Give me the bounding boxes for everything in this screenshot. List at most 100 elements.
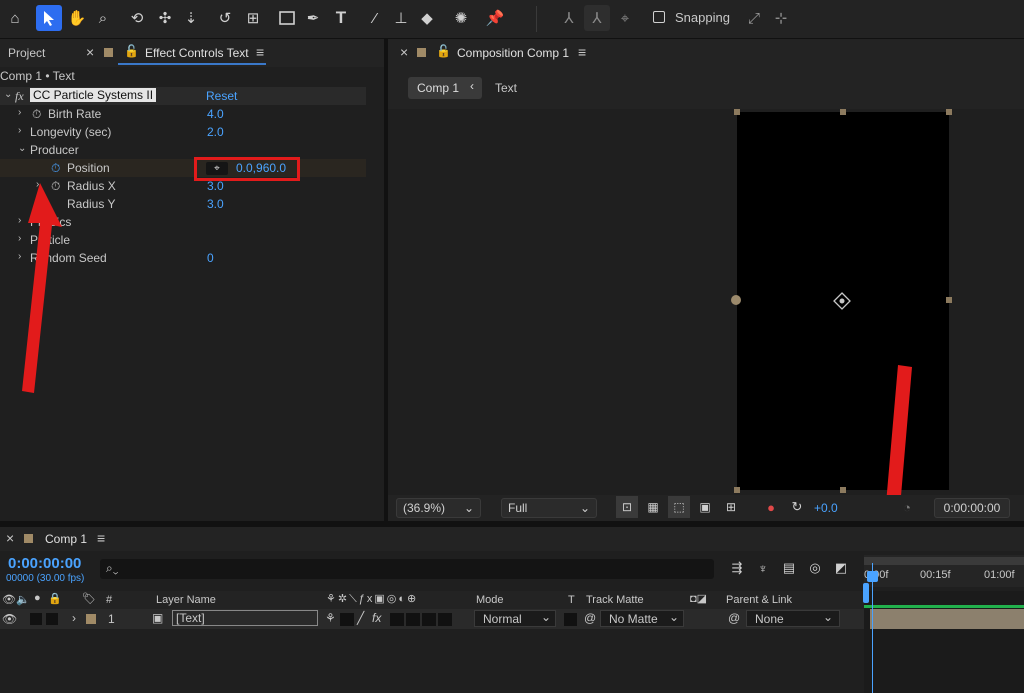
solo-icon[interactable]: ● (34, 592, 41, 604)
pen-tool-icon[interactable]: ✒ (300, 5, 326, 31)
axis-local-icon[interactable]: ⅄ (556, 5, 582, 31)
property-value[interactable]: 3.0 (207, 197, 224, 211)
resolution-dropdown[interactable]: Full ⌄ (501, 498, 597, 518)
playhead-handle[interactable] (867, 571, 878, 582)
label-tag-icon[interactable]: 🏷 (82, 592, 96, 605)
chevron-right-icon[interactable]: › (72, 611, 76, 625)
layer-handle[interactable] (840, 109, 846, 115)
quality-switch-icon[interactable]: ╱ (357, 611, 364, 625)
property-group-producer[interactable]: ⌄ Producer (0, 141, 366, 159)
graph-editor-icon[interactable]: ◩ (830, 557, 852, 579)
type-tool-icon[interactable]: T (328, 5, 354, 31)
switch-box[interactable] (438, 613, 452, 626)
clone-stamp-icon[interactable]: ⊥ (388, 5, 414, 31)
pickwhip-icon[interactable]: @ (584, 611, 596, 625)
chevron-down-icon[interactable]: ⌄ (18, 143, 26, 154)
axis-world-icon[interactable]: ⅄ (584, 5, 610, 31)
track-matte-dropdown[interactable]: No Matte ⌄ (600, 610, 684, 627)
switch-box[interactable] (422, 613, 436, 626)
close-icon[interactable]: × (400, 44, 408, 60)
switch-box[interactable] (390, 613, 404, 626)
playhead-line[interactable] (872, 563, 873, 693)
panel-menu-icon[interactable]: ≡ (578, 44, 586, 60)
parent-pickwhip-icon[interactable]: @ (728, 611, 740, 625)
tab-effect-controls[interactable]: Effect Controls Text (145, 46, 249, 60)
close-icon[interactable]: × (86, 44, 94, 60)
puppet-pin-icon[interactable]: 📌 (482, 5, 508, 31)
layer-search-input[interactable]: ⌕⌄ (100, 559, 714, 579)
exposure-value[interactable]: +0.0 (814, 501, 838, 515)
current-timecode[interactable]: 0:00:00:00 (8, 555, 81, 572)
stopwatch-icon[interactable]: ⏱ (32, 107, 41, 122)
layer-bar[interactable] (870, 609, 1024, 629)
hand-tool-icon[interactable]: ✋ (64, 5, 90, 31)
close-icon[interactable]: × (6, 530, 14, 546)
lock-icon[interactable]: 🔓 (124, 44, 139, 58)
particle-position-point[interactable] (731, 295, 741, 305)
effect-header-row[interactable]: ⌄ fx CC Particle Systems II Reset (0, 87, 366, 105)
timeline-track-area[interactable] (864, 591, 1024, 693)
property-value[interactable]: 3.0 (207, 179, 224, 193)
axis-view-icon[interactable]: ⌖ (612, 5, 638, 31)
chevron-right-icon[interactable]: › (18, 107, 21, 118)
snapshot-toggle-icon[interactable]: ⊡ (616, 496, 638, 518)
orbit-camera-icon[interactable]: ⟲ (124, 5, 150, 31)
reset-exposure-icon[interactable]: ↻ (786, 496, 808, 518)
rotation-tool-icon[interactable]: ↺ (212, 5, 238, 31)
visibility-icon[interactable]: 👁 (2, 612, 17, 626)
tab-timeline-comp[interactable]: Comp 1 (45, 532, 87, 546)
anchor-point-icon[interactable] (833, 292, 851, 310)
zoom-dropdown[interactable]: (36.9%) ⌄ (396, 498, 481, 518)
shy-switch-icon[interactable]: ⚘ (325, 611, 336, 625)
tab-composition[interactable]: Composition Comp 1 (457, 46, 569, 60)
roto-brush-icon[interactable]: ✺ (448, 5, 474, 31)
solo-toggle[interactable] (30, 613, 42, 625)
dolly-camera-icon[interactable]: ⇣ (178, 5, 204, 31)
layer-handle[interactable] (946, 109, 952, 115)
layer-handle[interactable] (734, 109, 740, 115)
property-value[interactable]: 2.0 (207, 125, 224, 139)
column-layer-name[interactable]: Layer Name (156, 594, 216, 606)
preserve-transparency-toggle[interactable] (564, 613, 577, 626)
color-channel-icon[interactable]: ● (760, 496, 782, 518)
rectangle-tool-icon[interactable] (274, 5, 300, 31)
visibility-icon[interactable]: 👁 (2, 593, 16, 606)
draft-3d-icon[interactable]: ♆ (752, 557, 774, 579)
selection-tool-icon[interactable] (36, 5, 62, 31)
grid-guides-icon[interactable]: ⊞ (720, 496, 742, 518)
fast-preview-icon[interactable]: ◔ (896, 496, 918, 518)
eraser-tool-icon[interactable]: ◆ (414, 5, 440, 31)
snap-grid-icon[interactable]: ⊹ (768, 5, 794, 31)
parent-dropdown[interactable]: None ⌄ (746, 610, 840, 627)
work-area-start-handle[interactable] (863, 583, 869, 603)
mask-visibility-icon[interactable]: ⬚ (668, 496, 690, 518)
zoom-tool-icon[interactable]: ⌕ (90, 5, 116, 31)
property-value[interactable]: 4.0 (207, 107, 224, 121)
fx-switch-icon[interactable]: fx (372, 611, 381, 625)
mode-dropdown[interactable]: Normal ⌄ (474, 610, 556, 627)
layer-name-field[interactable]: [Text] (172, 610, 318, 626)
layer-handle[interactable] (840, 487, 846, 493)
snapping-checkbox[interactable] (653, 11, 665, 23)
breadcrumb-layer[interactable]: Text (495, 81, 517, 95)
fx-icon[interactable]: fx (15, 89, 24, 104)
transparency-grid-icon[interactable]: ▦ (642, 496, 664, 518)
frame-blending-icon[interactable]: ◎ (804, 557, 826, 579)
breadcrumb-comp-button[interactable]: Comp 1 ‹ (408, 77, 482, 99)
home-icon[interactable]: ⌂ (2, 5, 28, 31)
panel-menu-icon[interactable]: ≡ (256, 44, 264, 60)
stopwatch-icon[interactable]: ⏱ (51, 161, 60, 176)
panel-menu-icon[interactable]: ≡ (97, 530, 105, 546)
tab-project[interactable]: Project (8, 46, 45, 60)
region-of-interest-icon[interactable]: ▣ (694, 496, 716, 518)
lock-icon[interactable]: 🔓 (436, 44, 451, 58)
viewer-timecode[interactable]: 0:00:00:00 (934, 498, 1010, 518)
layer-handle[interactable] (734, 487, 740, 493)
chevron-right-icon[interactable]: › (18, 125, 21, 136)
snap-expand-icon[interactable]: ⤢ (741, 5, 767, 31)
chevron-down-icon[interactable]: ⌄ (4, 89, 12, 100)
reset-link[interactable]: Reset (206, 89, 237, 103)
label-color-swatch[interactable] (86, 614, 96, 624)
property-value[interactable]: 0 (207, 251, 214, 265)
time-ruler[interactable]: 0:00f 00:15f 01:00f (864, 555, 1024, 587)
